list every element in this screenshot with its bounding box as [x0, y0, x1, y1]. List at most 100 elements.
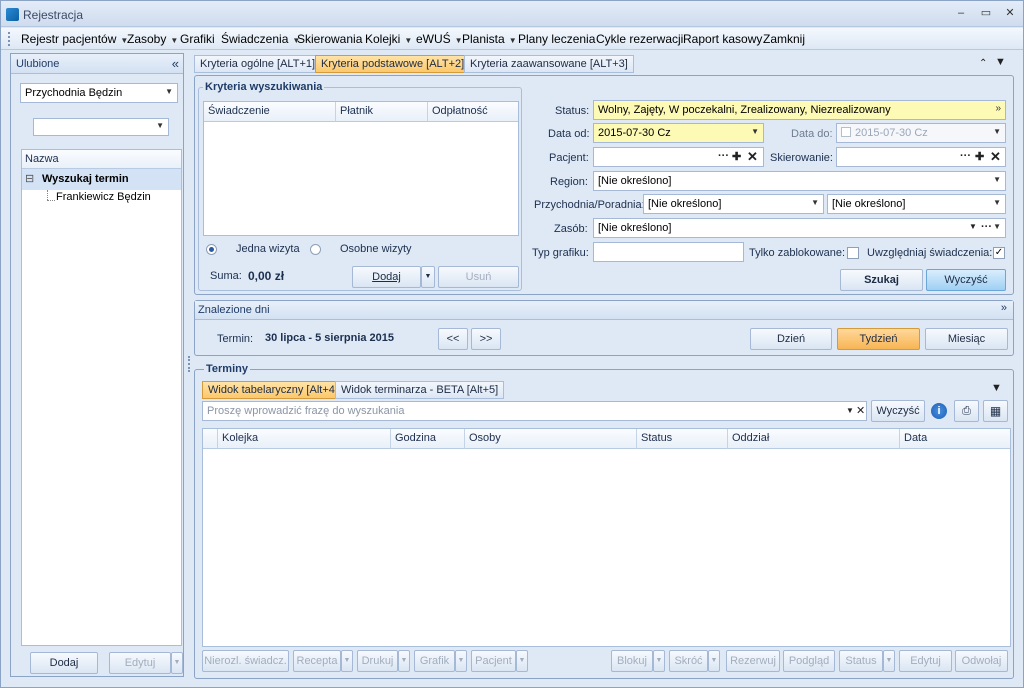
clear-criteria-button[interactable]: Wyczyść — [926, 269, 1006, 291]
close-icon[interactable]: ✕ — [856, 404, 865, 417]
search-button[interactable]: Szukaj — [840, 269, 923, 291]
tab-calendar-view[interactable]: Widok terminarza - BETA [Alt+5] — [335, 381, 505, 399]
region-select[interactable]: [Nie określono] ▼ — [593, 171, 1006, 191]
plus-icon[interactable]: ✚ — [975, 150, 984, 163]
blocked-only-checkbox[interactable] — [847, 247, 859, 259]
menu-skierowania[interactable]: Skierowania — [297, 32, 362, 46]
menu-plany-leczenia[interactable]: Plany leczenia — [518, 32, 595, 46]
column-header-oddzial[interactable]: Oddział — [728, 429, 900, 449]
include-services-checkbox[interactable]: ✓ — [993, 247, 1005, 259]
export-button[interactable]: ⎙ — [954, 400, 979, 422]
tab-kryteria-ogolne[interactable]: Kryteria ogólne [ALT+1] — [194, 55, 322, 73]
favorites-edit-button[interactable]: Edytuj — [109, 652, 171, 674]
status-button[interactable]: Status — [839, 650, 883, 672]
column-header-swiadczenie[interactable]: Świadczenie — [204, 102, 336, 122]
double-chevron-down-icon[interactable]: » — [1001, 302, 1007, 314]
print-dropdown[interactable]: ▼ — [398, 650, 410, 672]
status-dropdown[interactable]: ▼ — [883, 650, 895, 672]
schedule-button[interactable]: Grafik — [414, 650, 455, 672]
menu-kolejki[interactable]: Kolejki ▼ — [365, 32, 412, 46]
tab-kryteria-podstawowe[interactable]: Kryteria podstawowe [ALT+2] — [315, 55, 471, 73]
previous-period-button[interactable]: << — [438, 328, 468, 350]
print-button[interactable]: Drukuj — [357, 650, 398, 672]
menu-cykle-rezerwacji[interactable]: Cykle rezerwacji — [596, 32, 683, 46]
remove-service-button[interactable]: Usuń — [438, 266, 519, 288]
block-dropdown[interactable]: ▼ — [653, 650, 665, 672]
collapse-tree-icon[interactable]: ⊟ — [25, 172, 34, 185]
terms-search-input[interactable]: Proszę wprowadzić frazę do wyszukania ▼ … — [202, 401, 867, 421]
plus-icon[interactable]: ✚ — [732, 150, 741, 163]
date-to-picker[interactable]: 2015-07-30 Cz ▼ — [836, 123, 1006, 143]
radio-separate-visits[interactable] — [310, 244, 321, 255]
clinic-select-2[interactable]: [Nie określono] ▼ — [827, 194, 1006, 214]
column-header-data[interactable]: Data — [900, 429, 1010, 449]
tab-table-view[interactable]: Widok tabelaryczny [Alt+4] — [202, 381, 344, 399]
week-view-button[interactable]: Tydzień — [837, 328, 920, 350]
collapse-up-icon[interactable]: ⌃ — [979, 58, 987, 69]
add-service-dropdown[interactable]: ▼ — [421, 266, 435, 288]
radio-one-visit[interactable] — [206, 244, 217, 255]
close-icon[interactable]: ✕ — [747, 149, 758, 165]
prescription-dropdown[interactable]: ▼ — [341, 650, 353, 672]
menu-rejestr-pacjentow[interactable]: Rejestr pacjentów ▼ — [21, 32, 128, 46]
date-to-checkbox[interactable] — [841, 127, 851, 137]
preview-button[interactable]: Podgląd — [783, 650, 835, 672]
terms-clear-button[interactable]: Wyczyść — [871, 400, 925, 422]
next-period-button[interactable]: >> — [471, 328, 501, 350]
chevron-down-icon[interactable]: ▼ — [969, 222, 977, 231]
resource-select[interactable]: [Nie określono] ▼ ··· ▼ — [593, 218, 1006, 238]
tree-root-row[interactable]: ⊟ Wyszukaj termin — [22, 169, 181, 190]
date-from-picker[interactable]: 2015-07-30 Cz ▼ — [593, 123, 764, 143]
shorten-button[interactable]: Skróć — [669, 650, 708, 672]
prescription-button[interactable]: Recepta — [293, 650, 341, 672]
clinic-select-1[interactable]: [Nie określono] ▼ — [643, 194, 824, 214]
ellipsis-icon[interactable]: ··· — [960, 150, 971, 162]
menu-dropdown-icon[interactable]: ▼ — [995, 56, 1006, 68]
schedule-dropdown[interactable]: ▼ — [455, 650, 467, 672]
status-select[interactable]: Wolny, Zajęty, W poczekalni, Zrealizowan… — [593, 100, 1006, 120]
reserve-button[interactable]: Rezerwuj — [726, 650, 780, 672]
month-view-button[interactable]: Miesiąc — [925, 328, 1008, 350]
info-icon[interactable]: i — [931, 403, 947, 419]
splitter-grip[interactable] — [188, 356, 191, 372]
unsettled-services-button[interactable]: Nierozl. świadcz. — [202, 650, 289, 672]
menu-zasoby[interactable]: Zasoby ▼ — [127, 32, 178, 46]
column-header-osoby[interactable]: Osoby — [465, 429, 637, 449]
menu-zamknij[interactable]: Zamknij — [763, 32, 805, 46]
clinic-select[interactable]: Przychodnia Będzin ▼ — [20, 83, 178, 103]
menu-dropdown-icon[interactable]: ▼ — [991, 382, 1002, 394]
edit-term-button[interactable]: Edytuj — [899, 650, 952, 672]
favorites-edit-dropdown[interactable]: ▼ — [171, 652, 183, 674]
menu-planista[interactable]: Planista ▼ — [462, 32, 517, 46]
collapse-icon[interactable]: « — [172, 56, 179, 71]
ellipsis-icon[interactable]: ··· — [981, 221, 992, 233]
column-header-odplatnosc[interactable]: Odpłatność — [428, 102, 518, 122]
patient-dropdown[interactable]: ▼ — [516, 650, 528, 672]
favorites-filter-select[interactable]: ▼ — [33, 118, 169, 136]
column-header-status[interactable]: Status — [637, 429, 728, 449]
column-header-kolejka[interactable]: Kolejka — [218, 429, 391, 449]
block-button[interactable]: Blokuj — [611, 650, 653, 672]
menu-grafiki[interactable]: Grafiki — [180, 32, 215, 46]
restore-button[interactable]: ▭ — [977, 5, 995, 21]
schedule-type-field[interactable] — [593, 242, 744, 262]
menu-ewus[interactable]: eWUŚ ▼ — [416, 32, 463, 46]
shorten-dropdown[interactable]: ▼ — [708, 650, 720, 672]
chevron-down-icon[interactable]: ▼ — [846, 406, 854, 415]
menu-swiadczenia[interactable]: Świadczenia ▼ — [221, 32, 300, 46]
ellipsis-icon[interactable]: ··· — [718, 150, 729, 162]
menu-raport-kasowy[interactable]: Raport kasowy — [683, 32, 762, 46]
day-view-button[interactable]: Dzień — [750, 328, 832, 350]
add-service-button[interactable]: Dodaj — [352, 266, 421, 288]
patient-button[interactable]: Pacjent — [471, 650, 516, 672]
column-header-platnik[interactable]: Płatnik — [336, 102, 428, 122]
grid-settings-button[interactable]: ▦ — [983, 400, 1008, 422]
favorites-add-button[interactable]: Dodaj — [30, 652, 98, 674]
minimize-button[interactable]: – — [952, 5, 970, 21]
referral-field[interactable]: ··· ✚ ✕ — [836, 147, 1006, 167]
close-button[interactable]: ✕ — [1001, 5, 1019, 21]
cancel-term-button[interactable]: Odwołaj — [955, 650, 1008, 672]
close-icon[interactable]: ✕ — [990, 149, 1001, 165]
patient-field[interactable]: ··· ✚ ✕ — [593, 147, 764, 167]
tab-kryteria-zaawansowane[interactable]: Kryteria zaawansowane [ALT+3] — [464, 55, 634, 73]
